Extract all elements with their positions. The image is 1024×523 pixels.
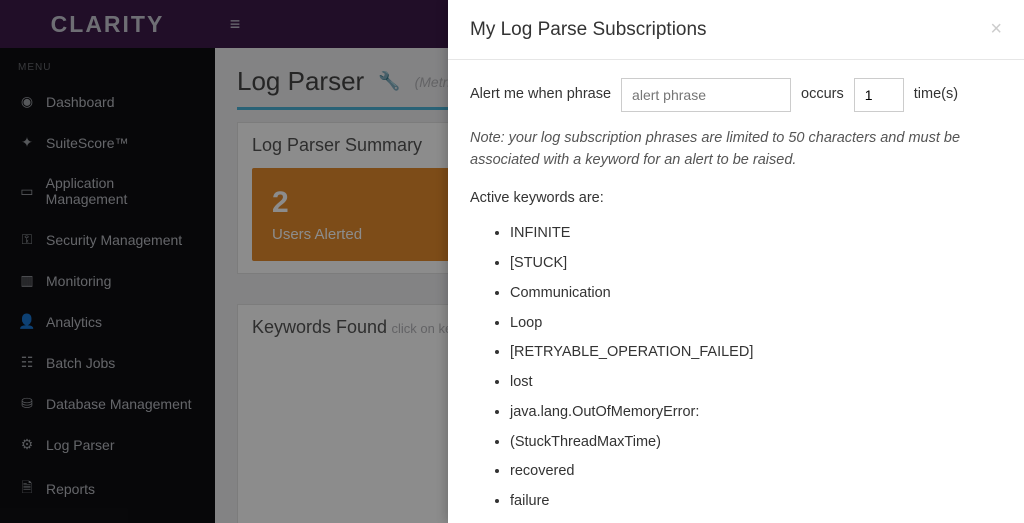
keyword-item: Communication [510, 279, 1002, 309]
occurs-label: occurs [801, 84, 844, 106]
keyword-item: (StuckThreadMaxTime) [510, 428, 1002, 458]
keyword-item: Loop [510, 309, 1002, 339]
keyword-item: failure [510, 487, 1002, 517]
alert-form: Alert me when phrase occurs time(s) [470, 78, 1002, 112]
keyword-item: recovered [510, 457, 1002, 487]
modal-body: Alert me when phrase occurs time(s) Note… [448, 60, 1024, 523]
active-keywords-list: INFINITE [STUCK] Communication Loop [RET… [470, 219, 1002, 523]
phrase-input[interactable] [621, 78, 791, 112]
modal-title: My Log Parse Subscriptions [470, 19, 707, 41]
active-keywords-label: Active keywords are: [470, 188, 1002, 210]
close-icon[interactable]: × [990, 18, 1002, 41]
times-input[interactable] [854, 78, 904, 112]
subscription-note: Note: your log subscription phrases are … [470, 128, 1002, 172]
keyword-item: INFINITE [510, 219, 1002, 249]
keyword-item: Failed [510, 517, 1002, 523]
alert-prefix-label: Alert me when phrase [470, 84, 611, 106]
subscriptions-modal: My Log Parse Subscriptions × Alert me wh… [448, 0, 1024, 523]
keyword-item: [STUCK] [510, 249, 1002, 279]
keyword-item: [RETRYABLE_OPERATION_FAILED] [510, 338, 1002, 368]
keyword-item: java.lang.OutOfMemoryError: [510, 398, 1002, 428]
modal-header: My Log Parse Subscriptions × [448, 0, 1024, 60]
times-suffix-label: time(s) [914, 84, 958, 106]
keyword-item: lost [510, 368, 1002, 398]
